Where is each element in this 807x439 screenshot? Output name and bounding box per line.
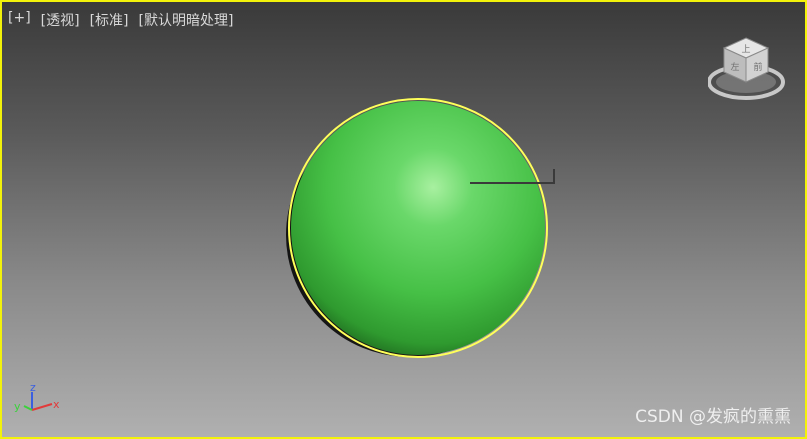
- viewcube-left-label: 左: [730, 61, 739, 73]
- viewcube-front-label: 前: [753, 61, 762, 73]
- y-axis-line: [23, 405, 33, 411]
- perspective-viewport[interactable]: [+] [透视] [标准] [默认明暗处理] 上 左 前 z x y CSDN …: [0, 0, 807, 439]
- green-sphere[interactable]: [291, 101, 545, 355]
- y-axis-label: y: [14, 400, 21, 413]
- z-axis-label: z: [30, 382, 36, 394]
- x-axis-line: [31, 403, 53, 411]
- axis-gizmo: z x y: [14, 382, 60, 413]
- viewcube[interactable]: 上 左 前: [708, 32, 788, 104]
- scene-canvas: [286, 98, 555, 358]
- viewcube-top-label: 上: [741, 44, 750, 55]
- csdn-watermark: CSDN @发疯的熏熏: [635, 407, 791, 427]
- x-axis-label: x: [53, 398, 60, 411]
